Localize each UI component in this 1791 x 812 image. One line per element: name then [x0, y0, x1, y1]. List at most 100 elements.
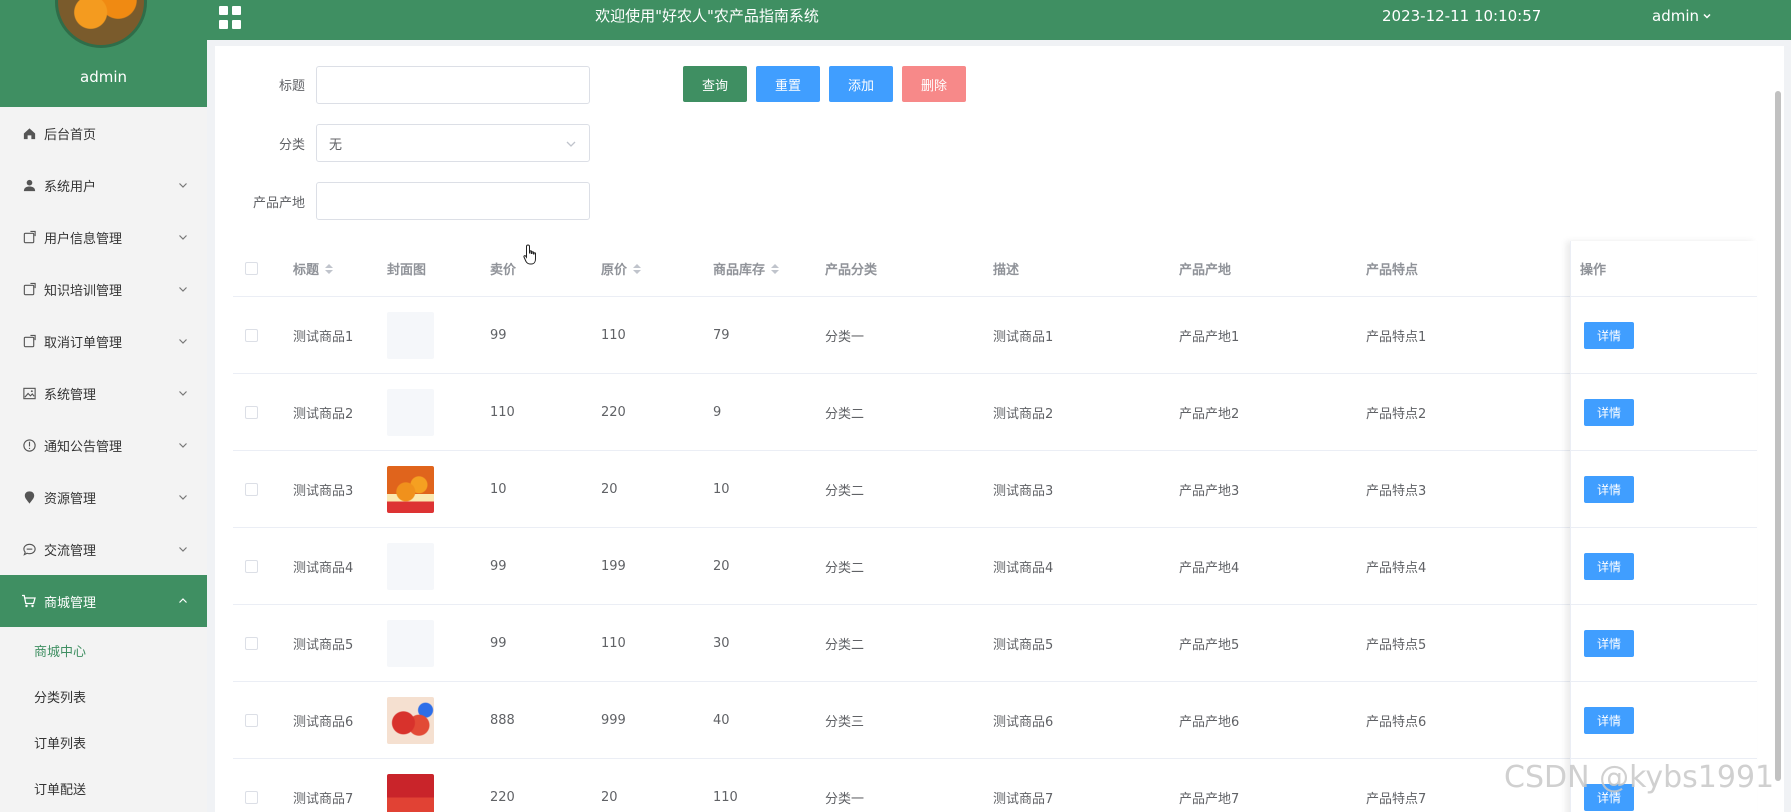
detail-button[interactable]: 详情	[1584, 398, 1634, 426]
watermark: CSDN @kybs1991	[1504, 760, 1775, 795]
submenu-item-3[interactable]: 订单配送	[0, 765, 207, 811]
operation-cell: 详情	[1584, 374, 1634, 450]
table-row: 测试商品688899940分类三测试商品6产品产地6产品特点6营	[233, 682, 1757, 759]
detail-button[interactable]: 详情	[1584, 629, 1634, 657]
product-table: 标题封面图卖价原价商品库存产品分类描述产品产地产品特点营测试商品19911079…	[233, 241, 1757, 812]
operation-header: 操作	[1571, 241, 1757, 297]
reset-button[interactable]: 重置	[756, 66, 820, 102]
origin-input[interactable]	[316, 182, 590, 220]
submenu-item-2[interactable]: 订单列表	[0, 719, 207, 765]
row-checkbox[interactable]	[245, 328, 258, 342]
table-header: 标题封面图卖价原价商品库存产品分类描述产品产地产品特点营	[233, 241, 1757, 297]
row-checkbox-cell	[245, 451, 258, 527]
sort-icon[interactable]	[325, 263, 334, 274]
cover-image	[387, 619, 434, 667]
row-checkbox[interactable]	[245, 636, 258, 650]
cell-stock: 110	[713, 789, 738, 805]
submenu-item-0[interactable]: 商城中心	[0, 627, 207, 673]
category-select[interactable]: 无	[316, 124, 590, 162]
sort-icon[interactable]	[633, 263, 642, 274]
sidebar-item-8[interactable]: 交流管理	[0, 523, 207, 575]
user-icon	[20, 176, 38, 194]
sidebar-item-label: 取消订单管理	[44, 335, 123, 351]
column-header-label: 封面图	[387, 263, 427, 278]
cell-category: 分类一	[825, 329, 865, 345]
row-checkbox[interactable]	[245, 713, 258, 727]
header-title: 欢迎使用"好农人"农产品指南系统	[595, 7, 819, 25]
sort-icon[interactable]	[771, 263, 780, 274]
cell-original: 220	[601, 404, 626, 420]
column-header-original[interactable]: 原价	[601, 241, 642, 296]
sidebar-item-1[interactable]: 系统用户	[0, 159, 207, 211]
cell-original: 20	[601, 481, 618, 497]
cell-price: 888	[490, 712, 515, 728]
column-header-label: 标题	[293, 263, 320, 278]
cell-feature: 产品特点5	[1366, 637, 1427, 653]
cell-desc: 测试商品4	[993, 560, 1054, 576]
cell-stock: 10	[713, 481, 730, 497]
add-button[interactable]: 添加	[829, 66, 893, 102]
row-checkbox[interactable]	[245, 790, 258, 804]
column-header-desc: 描述	[993, 241, 1019, 296]
cell-desc: 测试商品1	[993, 329, 1054, 345]
operation-row: 详情	[1571, 605, 1757, 682]
sidebar-item-label: 后台首页	[44, 127, 97, 143]
sidebar-item-label: 用户信息管理	[44, 231, 123, 247]
title-input[interactable]	[316, 66, 590, 104]
avatar	[55, 0, 147, 48]
sidebar-item-label: 通知公告管理	[44, 439, 123, 455]
row-checkbox-cell	[245, 759, 258, 812]
chevron-up-icon	[177, 595, 189, 607]
cell-category: 分类二	[825, 483, 865, 499]
sidebar-menu: 后台首页系统用户用户信息管理知识培训管理取消订单管理系统管理通知公告管理资源管理…	[0, 107, 207, 627]
user-dropdown[interactable]: admin	[1652, 0, 1712, 32]
column-header-title[interactable]: 标题	[293, 241, 334, 296]
cover-cell	[387, 374, 434, 450]
cell-stock: 20	[713, 558, 730, 574]
row-checkbox-cell	[245, 297, 258, 373]
sidebar-item-3[interactable]: 知识培训管理	[0, 263, 207, 315]
select-all-checkbox[interactable]	[245, 262, 258, 275]
sidebar-item-7[interactable]: 资源管理	[0, 471, 207, 523]
operation-row: 详情	[1571, 451, 1757, 528]
row-checkbox[interactable]	[245, 405, 258, 419]
picture-icon	[20, 384, 38, 402]
detail-button[interactable]: 详情	[1584, 706, 1634, 734]
detail-button[interactable]: 详情	[1584, 321, 1634, 349]
sidebar-item-label: 商城管理	[44, 595, 97, 611]
column-header-label: 商品库存	[713, 263, 766, 278]
row-checkbox-cell	[245, 682, 258, 758]
row-checkbox[interactable]	[245, 482, 258, 496]
cell-original: 999	[601, 712, 626, 728]
detail-button[interactable]: 详情	[1584, 475, 1634, 503]
sidebar-item-9[interactable]: 商城管理	[0, 575, 207, 627]
cell-title: 测试商品2	[293, 406, 354, 422]
column-header-label: 原价	[601, 263, 628, 278]
cell-category: 分类二	[825, 406, 865, 422]
cell-stock: 30	[713, 635, 730, 651]
sidebar-item-5[interactable]: 系统管理	[0, 367, 207, 419]
sidebar-item-0[interactable]: 后台首页	[0, 107, 207, 159]
column-header-label: 产品特点	[1366, 263, 1419, 278]
column-header-category: 产品分类	[825, 241, 877, 296]
sidebar-profile: admin	[0, 0, 207, 107]
operation-cell: 详情	[1584, 682, 1634, 758]
sidebar-item-2[interactable]: 用户信息管理	[0, 211, 207, 263]
sidebar-item-6[interactable]: 通知公告管理	[0, 419, 207, 471]
search-button[interactable]: 查询	[683, 66, 747, 102]
detail-button[interactable]: 详情	[1584, 552, 1634, 580]
sidebar-submenu: 商城中心 分类列表 订单列表 订单配送	[0, 627, 207, 811]
operation-cell: 详情	[1584, 605, 1634, 681]
delete-button[interactable]: 删除	[902, 66, 966, 102]
cell-stock: 79	[713, 327, 730, 343]
operation-row: 详情	[1571, 374, 1757, 451]
location-icon	[20, 488, 38, 506]
column-header-origin: 产品产地	[1179, 241, 1231, 296]
chevron-down-icon	[177, 543, 189, 555]
vertical-scrollbar[interactable]	[1775, 91, 1781, 781]
sidebar-item-4[interactable]: 取消订单管理	[0, 315, 207, 367]
column-header-stock[interactable]: 商品库存	[713, 241, 780, 296]
submenu-item-1[interactable]: 分类列表	[0, 673, 207, 719]
column-header-label: 卖价	[490, 263, 517, 278]
row-checkbox[interactable]	[245, 559, 258, 573]
